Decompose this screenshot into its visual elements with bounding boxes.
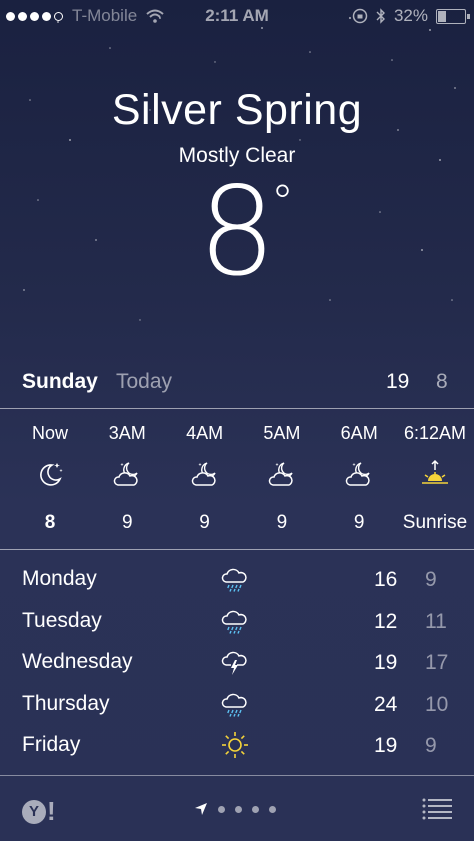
- page-dot[interactable]: [252, 805, 259, 813]
- location-arrow-icon: [195, 803, 207, 815]
- daily-low: 11: [425, 609, 447, 633]
- sun-icon: [222, 732, 248, 758]
- hourly-forecast[interactable]: Now 8 3AM 9 4AM 9 5AM 9 6AM 9 6:12AM Sunrise: [0, 412, 474, 548]
- divider: [0, 549, 474, 550]
- partly-cloudy-night-icon: [268, 462, 293, 486]
- divider: [0, 408, 474, 409]
- battery-percent: 32%: [393, 6, 428, 25]
- daily-row: Wednesday 19 17: [0, 641, 474, 681]
- daily-row: Friday 19 9: [0, 724, 474, 764]
- partly-cloudy-night-icon: [114, 462, 138, 486]
- hourly-time: 6:12AM: [403, 423, 467, 443]
- page-dot[interactable]: [269, 805, 276, 813]
- hourly-time: 5AM: [263, 423, 301, 443]
- daily-low: 10: [425, 692, 449, 716]
- partly-cloudy-night-icon: [191, 462, 216, 486]
- temperature-value: 8: [198, 161, 276, 303]
- rain-icon: [221, 568, 247, 592]
- bottom-toolbar: Y!: [0, 776, 474, 841]
- hourly-time: Now: [31, 423, 68, 443]
- daily-high: 19: [374, 734, 398, 757]
- hourly-time: 4AM: [186, 423, 224, 443]
- yahoo-logo-icon[interactable]: Y!: [22, 796, 56, 827]
- page-dot[interactable]: [218, 805, 225, 813]
- degree-symbol: °: [271, 175, 294, 229]
- hourly-value: 9: [199, 512, 210, 533]
- hourly-value: Sunrise: [402, 512, 468, 533]
- daily-high: 16: [374, 568, 398, 591]
- sunrise-icon: [422, 459, 448, 484]
- today-day-name: Sunday: [22, 370, 98, 393]
- daily-low: 9: [425, 568, 437, 591]
- rain-icon: [221, 693, 247, 717]
- daily-high: 19: [374, 651, 398, 674]
- hourly-time: 6AM: [340, 423, 378, 443]
- today-high: 19: [386, 370, 410, 393]
- battery-icon: [436, 8, 470, 24]
- daily-day-name: Tuesday: [22, 608, 102, 632]
- page-dot[interactable]: [235, 805, 242, 813]
- thunderstorm-icon: [221, 651, 247, 675]
- daily-day-name: Friday: [22, 733, 81, 756]
- daily-row: Tuesday 12 11: [0, 600, 474, 640]
- rotation-lock-icon: [352, 8, 368, 24]
- daily-low: 17: [425, 651, 449, 674]
- page-indicator[interactable]: [194, 802, 276, 816]
- moon-stars-icon: [40, 463, 63, 486]
- daily-row: Monday 16 9: [0, 558, 474, 598]
- current-temperature: 8 °: [0, 168, 474, 296]
- hourly-value: 8: [44, 512, 56, 533]
- daily-day-name: Monday: [22, 567, 97, 590]
- hourly-time: 3AM: [108, 423, 146, 443]
- daily-low: 9: [425, 734, 437, 757]
- daily-day-name: Wednesday: [22, 650, 133, 673]
- daily-high: 12: [374, 609, 398, 633]
- status-right: 32%: [352, 6, 470, 26]
- hourly-value: 9: [122, 512, 133, 533]
- today-label: Today: [116, 370, 173, 393]
- today-low: 8: [436, 370, 448, 393]
- hourly-value: 9: [276, 512, 288, 533]
- status-bar: T-Mobile 2:11 AM 32%: [0, 0, 474, 32]
- city-name: Silver Spring: [111, 86, 363, 134]
- daily-row: Thursday 24 10: [0, 683, 474, 723]
- bluetooth-icon: [376, 8, 385, 24]
- rain-icon: [221, 610, 247, 634]
- partly-cloudy-night-icon: [345, 462, 370, 486]
- hourly-value: 9: [353, 512, 365, 533]
- today-summary: Sunday Today 19 8: [0, 366, 474, 400]
- daily-day-name: Thursday: [22, 691, 110, 715]
- list-icon[interactable]: [422, 798, 452, 820]
- daily-high: 24: [374, 692, 398, 716]
